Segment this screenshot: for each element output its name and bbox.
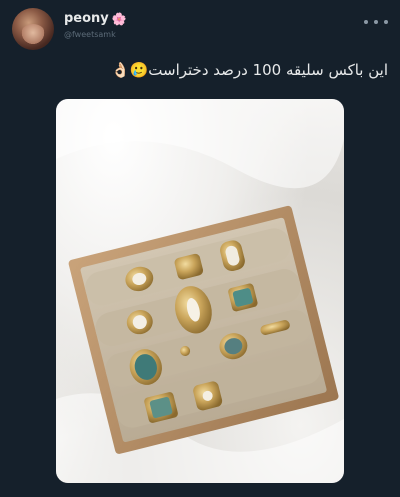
author-name-row[interactable]: peony 🌸	[64, 11, 127, 26]
flower-emoji: 🌸	[111, 11, 127, 26]
user-handle[interactable]: @fweetsamk	[64, 30, 116, 39]
avatar[interactable]	[12, 8, 54, 50]
rings-box-photo	[56, 99, 344, 483]
dot	[364, 20, 368, 24]
display-name[interactable]: peony	[64, 11, 109, 26]
tweet-photo[interactable]	[56, 99, 344, 483]
tweet-text: این باکس سلیقه 100 درصد دختراست🥲👌🏻	[110, 61, 388, 79]
dot	[384, 20, 388, 24]
more-horizontal-icon[interactable]	[364, 14, 388, 30]
dot	[374, 20, 378, 24]
tweet-header: peony 🌸 @fweetsamk	[12, 8, 388, 54]
